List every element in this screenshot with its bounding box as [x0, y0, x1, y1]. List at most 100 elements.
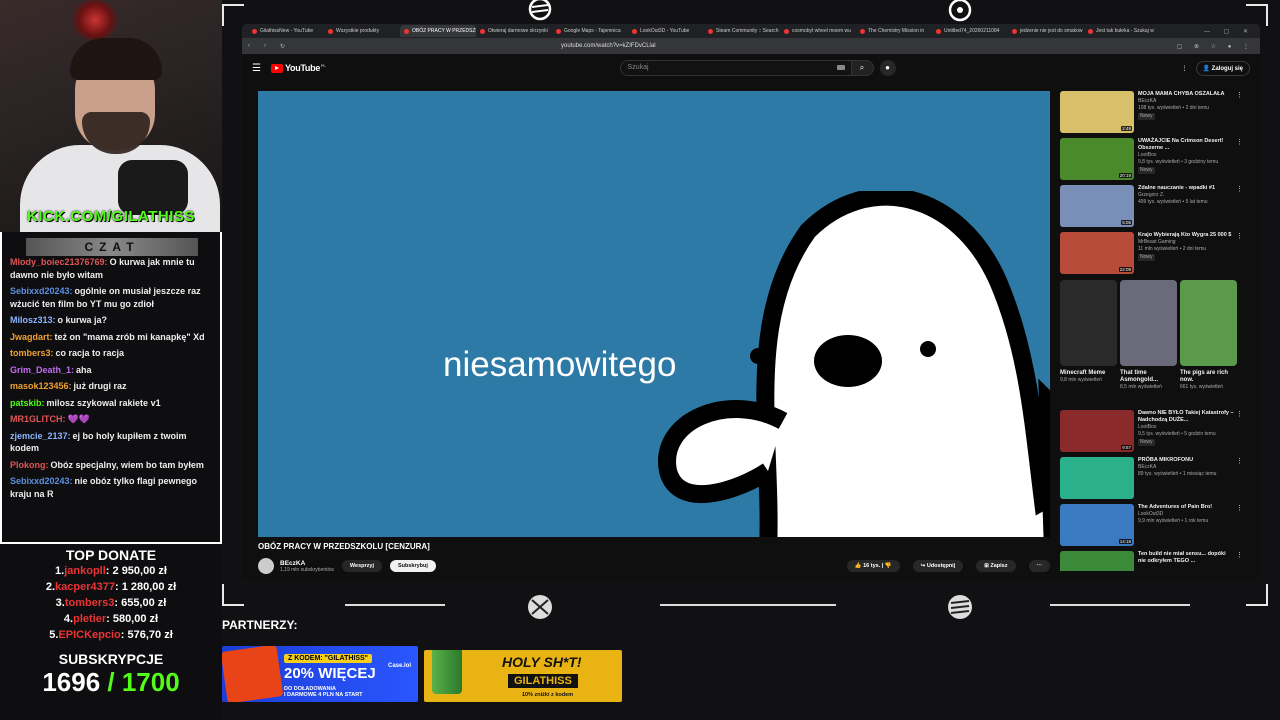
more-options-icon[interactable]: ⋮ — [1236, 232, 1243, 276]
video-thumbnail[interactable]: 22:09 — [1060, 232, 1134, 274]
short-thumbnail[interactable] — [1180, 280, 1237, 366]
voice-search-icon[interactable]: ● — [879, 60, 896, 76]
settings-dots-icon[interactable]: ⋮ — [1182, 65, 1188, 72]
video-channel[interactable]: BEczKA — [1138, 98, 1234, 105]
video-channel[interactable]: Grzegorz Z. — [1138, 192, 1234, 199]
new-badge: Nowy — [1138, 254, 1155, 261]
recommendation-item[interactable]: 22:09 Krajo Wybierają Kto Wygra 25 000 $ M… — [1060, 232, 1250, 276]
video-player[interactable]: niesamowitego — [258, 91, 1050, 537]
subscribe-button[interactable]: Subskrybuj — [389, 560, 436, 572]
chat-username[interactable]: Sebixxd20243: — [10, 286, 73, 296]
short-title[interactable]: That time Asmongold... — [1120, 370, 1177, 384]
short-thumbnail[interactable] — [1120, 280, 1177, 366]
chat-username[interactable]: masok123456: — [10, 381, 72, 391]
browser-tab[interactable]: Wszystkie produkty — [324, 25, 400, 37]
browser-tab[interactable]: GilathissNew - YouTube — [248, 25, 324, 37]
video-thumbnail[interactable]: 5:05 — [1060, 185, 1134, 227]
video-title[interactable]: PRÓBA MIKROFONU — [1138, 457, 1234, 464]
more-actions-icon[interactable]: ⋯ — [1028, 560, 1050, 572]
more-options-icon[interactable]: ⋮ — [1236, 91, 1243, 135]
browser-tab[interactable]: The Chemistry Mission in — [856, 25, 932, 37]
recommendation-item[interactable]: Ten build nie miał sensu... dopóki nie o… — [1060, 551, 1250, 571]
short-item[interactable]: Minecraft Meme 9,8 mln wyświetleń — [1060, 280, 1117, 406]
chat-username[interactable]: Mlody_boiec21376769: — [10, 257, 108, 267]
video-title[interactable]: The Adventures of Pain Bro! — [1138, 504, 1234, 511]
video-channel[interactable]: MrBeast Gaming — [1138, 239, 1234, 246]
reload-icon[interactable]: ↻ — [280, 43, 296, 50]
video-title[interactable]: MOJA MAMA CHYBA OSZALAŁA — [1138, 91, 1234, 98]
menu-icon[interactable]: ☰ — [252, 63, 261, 74]
chat-username[interactable]: MR1GLITCH: — [10, 414, 66, 424]
chat-username[interactable]: Sebixxd20243: — [10, 476, 73, 486]
more-options-icon[interactable]: ⋮ — [1236, 410, 1243, 454]
chat-username[interactable]: Milosz313: — [10, 315, 56, 325]
search-button[interactable]: ⌕ — [851, 60, 874, 76]
window-controls[interactable]: — ▢ ✕ — [1204, 28, 1260, 35]
video-thumbnail[interactable]: 2:49 — [1060, 91, 1134, 133]
microphone — [118, 160, 188, 215]
recommendation-item[interactable]: 2:49 MOJA MAMA CHYBA OSZALAŁA BEczKA 108 ty… — [1060, 91, 1250, 135]
chat-username[interactable]: Plokong: — [10, 460, 49, 470]
chat-username[interactable]: patskib: — [10, 398, 45, 408]
video-thumbnail[interactable] — [1060, 551, 1134, 571]
more-options-icon[interactable]: ⋮ — [1236, 551, 1243, 571]
recommendation-item[interactable]: 20:19 UWAŻAJCIE Na Crimson Desert! Obszer… — [1060, 138, 1250, 182]
extension-icons[interactable]: ▢ ⊕ ☆ ● ⋮ — [1177, 43, 1254, 50]
more-options-icon[interactable]: ⋮ — [1236, 457, 1243, 501]
back-icon[interactable]: ‹ — [248, 43, 264, 49]
short-item[interactable]: That time Asmongold... 8,5 mln wyświetleń — [1120, 280, 1177, 406]
video-title[interactable]: UWAŻAJCIE Na Crimson Desert! Obszerne ..… — [1138, 138, 1234, 152]
chat-username[interactable]: tombers3: — [10, 348, 54, 358]
video-thumbnail[interactable]: 20:19 — [1060, 138, 1134, 180]
channel-name[interactable]: BEczKA — [280, 560, 334, 567]
video-channel[interactable]: BEczKA — [1138, 464, 1234, 471]
video-title[interactable]: Ten build nie miał sensu... dopóki nie o… — [1138, 551, 1234, 565]
chat-username[interactable]: zjemcie_2137: — [10, 431, 71, 441]
video-title[interactable]: Zdalne nauczanie - wpadki #1 — [1138, 185, 1234, 192]
forward-icon[interactable]: › — [264, 43, 280, 49]
support-button[interactable]: Wesprzyj — [341, 560, 382, 572]
browser-tab[interactable]: Google Maps - Tajemnica — [552, 25, 628, 37]
short-thumbnail[interactable] — [1060, 280, 1117, 366]
search-input[interactable]: Szukaj — [619, 60, 852, 76]
video-title[interactable]: Dawno NIE BYŁO Takiej Katastrofy – Nadch… — [1138, 410, 1234, 424]
browser-tab[interactable]: OBÓZ PRACY W PRZEDSZKOLU — [400, 25, 476, 37]
short-item[interactable]: The pigs are rich now. 661 tys. wyświetle… — [1180, 280, 1237, 406]
recommendation-item[interactable]: PRÓBA MIKROFONU BEczKA 89 tys. wyświetleń … — [1060, 457, 1250, 501]
video-title[interactable]: Krajo Wybierają Kto Wygra 25 000 $ — [1138, 232, 1234, 239]
more-options-icon[interactable]: ⋮ — [1236, 504, 1243, 548]
browser-tab[interactable]: Untitled74_20260211084 — [932, 25, 1008, 37]
browser-tab[interactable]: jedzenie nie jest do smakow — [1008, 25, 1084, 37]
more-options-icon[interactable]: ⋮ — [1236, 185, 1243, 229]
video-views: 89 tys. wyświetleń • 1 miesiąc temu — [1138, 471, 1217, 477]
video-thumbnail[interactable]: 9:57 — [1060, 410, 1134, 452]
recommendation-item[interactable]: 9:57 Dawno NIE BYŁO Takiej Katastrofy – N… — [1060, 410, 1250, 454]
short-title[interactable]: Minecraft Meme — [1060, 370, 1117, 377]
chat-username[interactable]: Jwagdart: — [10, 332, 53, 342]
browser-tab[interactable]: Otwieraj darmowe skrzynki — [476, 25, 552, 37]
browser-tab[interactable]: LookOut3D - YouTube — [628, 25, 704, 37]
url-field[interactable]: youtube.com/watch?v=kZIFDvCLlal — [561, 43, 656, 49]
keyboard-icon[interactable] — [836, 65, 845, 70]
video-channel[interactable]: LootBox — [1138, 152, 1234, 159]
browser-tab[interactable]: Steam Community :: Search — [704, 25, 780, 37]
donate-panel: TOP DONATE 1.jankopll: 2 950,00 zł 2.kacp… — [0, 544, 222, 720]
share-button[interactable]: ↪ Udostępnij — [912, 560, 964, 572]
video-thumbnail[interactable]: 14:18 — [1060, 504, 1134, 546]
recommendation-item[interactable]: 5:05 Zdalne nauczanie - wpadki #1 Grzegorz… — [1060, 185, 1250, 229]
chat-username[interactable]: Grim_Death_1: — [10, 365, 74, 375]
browser-tab[interactable]: cosmobyt wheel moem wu — [780, 25, 856, 37]
more-options-icon[interactable]: ⋮ — [1236, 138, 1243, 182]
youtube-logo[interactable]: YouTube PL — [270, 63, 326, 73]
recommendation-item[interactable]: 14:18 The Adventures of Pain Bro! LookOut3… — [1060, 504, 1250, 548]
save-button[interactable]: ⊞ Zapisz — [976, 560, 1016, 572]
channel-avatar[interactable] — [258, 558, 274, 574]
browser-tab[interactable]: Jest tak bułeka - Szukaj w — [1084, 25, 1160, 37]
frame-line — [1050, 604, 1190, 606]
short-title[interactable]: The pigs are rich now. — [1180, 370, 1237, 384]
video-channel[interactable]: LootBox — [1138, 424, 1234, 431]
video-channel[interactable]: LookOut3D — [1138, 511, 1234, 518]
like-button[interactable]: 👍 16 tys. | 👎 — [846, 560, 900, 572]
login-button[interactable]: 👤 Zaloguj się — [1195, 60, 1250, 76]
video-thumbnail[interactable] — [1060, 457, 1134, 499]
